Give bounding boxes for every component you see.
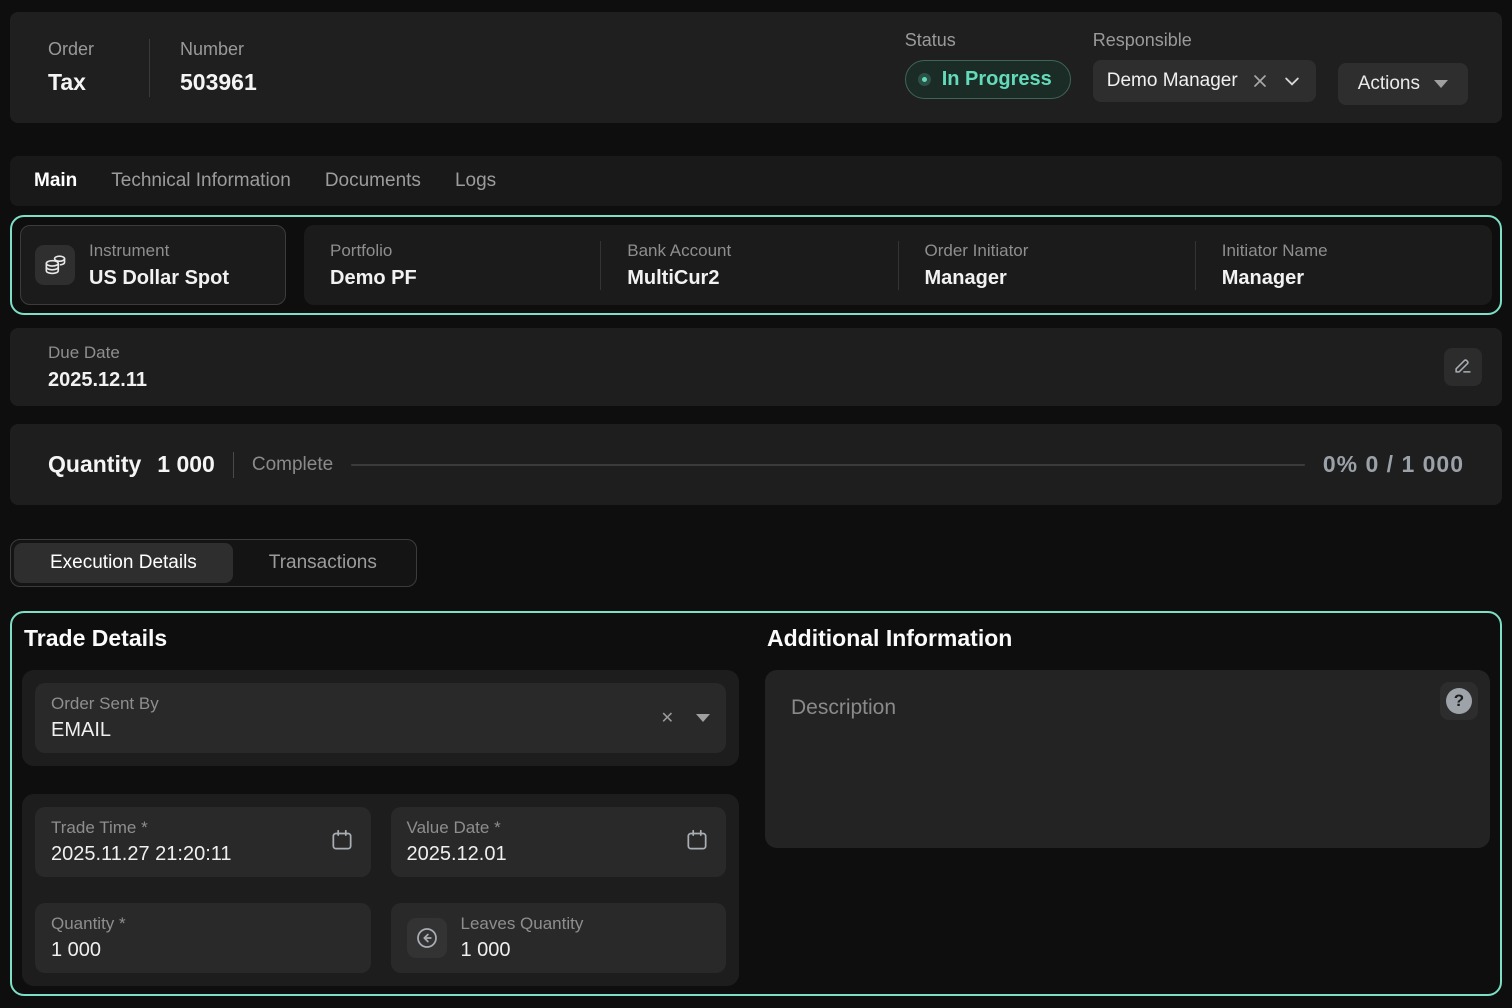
calendar-icon[interactable] — [329, 827, 355, 858]
clear-order-sent-by-icon[interactable]: ✕ — [661, 708, 674, 728]
additional-information-title: Additional Information — [767, 625, 1490, 652]
due-date-card: Due Date 2025.12.11 — [10, 328, 1502, 406]
order-summary-strip: Instrument US Dollar Spot Portfolio Demo… — [10, 215, 1502, 315]
initiator-name-label: Initiator Name — [1222, 241, 1492, 261]
leaves-quantity-label: Leaves Quantity — [461, 914, 711, 934]
tab-logs[interactable]: Logs — [455, 170, 496, 192]
order-number-label: Number — [180, 39, 257, 60]
quantity-label: Quantity — [48, 451, 141, 478]
responsible-select[interactable]: Demo Manager — [1093, 60, 1316, 102]
quantity-field-label: Quantity * — [51, 914, 355, 934]
help-button[interactable]: ? — [1440, 682, 1478, 720]
dropdown-caret-icon[interactable] — [696, 714, 710, 722]
execution-details-panel: Trade Details Order Sent By EMAIL ✕ Trad… — [10, 611, 1502, 996]
actions-button[interactable]: Actions — [1338, 63, 1468, 105]
edit-due-date-button[interactable] — [1444, 348, 1482, 386]
progress-value: 0% 0 / 1 000 — [1323, 451, 1464, 478]
order-initiator-field: Order Initiator Manager — [898, 241, 1195, 290]
description-placeholder: Description — [791, 696, 1464, 720]
order-number-value: 503961 — [180, 69, 257, 96]
due-date-label: Due Date — [48, 343, 1444, 363]
order-initiator-value: Manager — [925, 267, 1195, 290]
value-date-field[interactable]: Value Date * 2025.12.01 — [391, 807, 727, 877]
order-sent-by-label: Order Sent By — [51, 694, 661, 714]
chevron-down-icon[interactable] — [1282, 71, 1302, 91]
trade-time-value: 2025.11.27 21:20:11 — [51, 843, 329, 866]
status-label: Status — [905, 30, 1071, 51]
quantity-state: Complete — [252, 454, 333, 476]
progress-track — [351, 464, 1305, 466]
trade-details-section: Trade Details Order Sent By EMAIL ✕ Trad… — [22, 623, 739, 986]
instrument-label: Instrument — [89, 241, 229, 261]
responsible-value: Demo Manager — [1107, 70, 1238, 92]
bank-account-field: Bank Account MultiCur2 — [600, 241, 897, 290]
pencil-icon — [1452, 354, 1474, 381]
order-sent-by-value: EMAIL — [51, 719, 661, 742]
calendar-icon[interactable] — [684, 827, 710, 858]
quantity-divider — [233, 452, 234, 478]
order-info-card: Portfolio Demo PF Bank Account MultiCur2… — [304, 225, 1492, 305]
status-value: In Progress — [942, 68, 1052, 91]
header-controls: Status In Progress Responsible Demo Mana… — [905, 30, 1468, 105]
value-date-label: Value Date * — [407, 818, 685, 838]
tab-documents[interactable]: Documents — [325, 170, 421, 192]
quantity-progress-card: Quantity 1 000 Complete 0% 0 / 1 000 — [10, 424, 1502, 505]
caret-down-icon — [1434, 80, 1448, 88]
trade-details-title: Trade Details — [24, 625, 739, 652]
initiator-name-value: Manager — [1222, 267, 1492, 290]
portfolio-field: Portfolio Demo PF — [304, 241, 600, 290]
order-identity: Order Tax Number 503961 — [48, 39, 257, 97]
actions-button-label: Actions — [1358, 73, 1420, 95]
value-date-value: 2025.12.01 — [407, 843, 685, 866]
order-header: Order Tax Number 503961 Status In Progre… — [10, 12, 1502, 123]
clear-responsible-icon[interactable] — [1250, 71, 1270, 91]
coins-icon — [35, 245, 75, 285]
tab-technical-information[interactable]: Technical Information — [111, 170, 291, 192]
status-dot-icon — [918, 73, 931, 86]
question-mark-icon: ? — [1446, 688, 1472, 714]
bank-account-label: Bank Account — [627, 241, 897, 261]
quantity-field-value: 1 000 — [51, 939, 355, 962]
tab-main[interactable]: Main — [34, 170, 77, 192]
leaves-quantity-value: 1 000 — [461, 939, 711, 962]
quantity-total: 1 000 — [157, 451, 215, 478]
details-subtabs: Execution Details Transactions — [10, 539, 417, 587]
responsible-label: Responsible — [1093, 30, 1316, 51]
order-type-label: Order — [48, 39, 94, 60]
leaves-quantity-field: Leaves Quantity 1 000 — [391, 903, 727, 973]
quantity-field[interactable]: Quantity * 1 000 — [35, 903, 371, 973]
initiator-name-field: Initiator Name Manager — [1195, 241, 1492, 290]
trade-fields-card: Trade Time * 2025.11.27 21:20:11 Value D… — [22, 794, 739, 986]
order-sent-by-card: Order Sent By EMAIL ✕ — [22, 670, 739, 766]
main-tabbar: Main Technical Information Documents Log… — [10, 156, 1502, 206]
trade-time-field[interactable]: Trade Time * 2025.11.27 21:20:11 — [35, 807, 371, 877]
portfolio-label: Portfolio — [330, 241, 600, 261]
instrument-value: US Dollar Spot — [89, 267, 229, 290]
portfolio-value: Demo PF — [330, 267, 600, 290]
order-type-value: Tax — [48, 69, 94, 96]
description-textarea[interactable]: Description ? — [765, 670, 1490, 848]
subtab-transactions[interactable]: Transactions — [233, 543, 413, 583]
order-initiator-label: Order Initiator — [925, 241, 1195, 261]
header-divider — [149, 39, 150, 97]
bank-account-value: MultiCur2 — [627, 267, 897, 290]
instrument-card[interactable]: Instrument US Dollar Spot — [20, 225, 286, 305]
arrow-left-circle-icon — [407, 918, 447, 958]
due-date-value: 2025.12.11 — [48, 369, 1444, 392]
order-sent-by-select[interactable]: Order Sent By EMAIL ✕ — [35, 683, 726, 753]
trade-time-label: Trade Time * — [51, 818, 329, 838]
order-page: Order Tax Number 503961 Status In Progre… — [0, 0, 1512, 1008]
status-badge: In Progress — [905, 60, 1071, 99]
additional-information-section: Additional Information Description ? — [765, 623, 1490, 986]
subtab-execution-details[interactable]: Execution Details — [14, 543, 233, 583]
